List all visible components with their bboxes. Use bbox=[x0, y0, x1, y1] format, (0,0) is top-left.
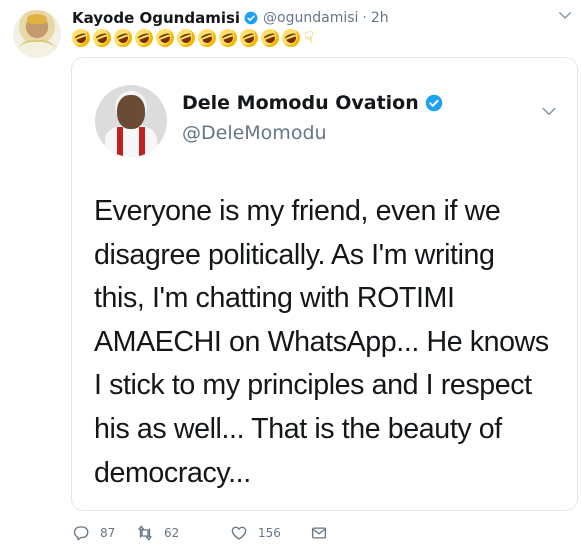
like-button[interactable]: 156 bbox=[230, 524, 310, 542]
chevron-down-icon[interactable] bbox=[556, 6, 574, 24]
laughing-emoji-icon bbox=[132, 26, 156, 50]
tweet: Kayode Ogundamisi @ogundamisi · 2h ☟ Del… bbox=[0, 0, 582, 554]
avatar-suspender bbox=[117, 127, 123, 157]
laughing-emoji-icon bbox=[174, 26, 198, 50]
like-count: 156 bbox=[258, 526, 281, 540]
avatar-suspender bbox=[139, 127, 145, 157]
direct-message-icon bbox=[310, 524, 328, 542]
reply-icon bbox=[72, 524, 90, 542]
verified-badge-icon bbox=[244, 11, 258, 25]
tweet-header: Kayode Ogundamisi @ogundamisi · 2h bbox=[72, 8, 389, 28]
laughing-emoji-icon bbox=[69, 26, 93, 50]
laughing-emoji-icon bbox=[237, 26, 261, 50]
reply-button[interactable]: 87 bbox=[72, 524, 136, 542]
verified-badge-icon bbox=[425, 94, 443, 112]
retweet-button[interactable]: 62 bbox=[136, 524, 230, 542]
avatar-shirt bbox=[105, 125, 157, 157]
quoted-author-handle[interactable]: @DeleMomodu bbox=[182, 122, 327, 144]
timestamp[interactable]: 2h bbox=[371, 10, 389, 26]
quoted-text-line: democracy... bbox=[94, 456, 251, 489]
quoted-text-line: AMAECHI on WhatsApp... He knows bbox=[94, 325, 549, 358]
pointing-down-emoji-icon: ☟ bbox=[304, 28, 314, 47]
laughing-emoji-icon bbox=[111, 26, 135, 50]
avatar-face bbox=[117, 95, 145, 129]
tweet-text: ☟ bbox=[69, 26, 314, 50]
laughing-emoji-icon bbox=[90, 26, 114, 50]
quoted-text-line: this, I'm chatting with ROTIMI bbox=[94, 282, 455, 315]
author-handle[interactable]: @ogundamisi bbox=[263, 10, 358, 26]
quoted-text-line: his as well... That is the beauty of bbox=[94, 412, 502, 445]
tweet-actions: 87 62 156 bbox=[72, 520, 328, 546]
laughing-emoji-icon bbox=[279, 26, 303, 50]
quoted-author-name-row: Dele Momodu Ovation bbox=[182, 92, 448, 114]
quoted-text-line: disagree politically. As I'm writing bbox=[94, 238, 495, 271]
laughing-emoji-icon bbox=[153, 26, 177, 50]
laughing-emoji-icon bbox=[258, 26, 282, 50]
author-avatar[interactable] bbox=[13, 10, 61, 58]
retweet-count: 62 bbox=[164, 526, 180, 540]
quoted-tweet[interactable]: Dele Momodu Ovation @DeleMomodu Everyone… bbox=[71, 57, 578, 511]
quoted-text-line: Everyone is my friend, even if we bbox=[94, 195, 501, 227]
laughing-emoji-icon bbox=[216, 26, 240, 50]
reply-count: 87 bbox=[100, 526, 116, 540]
like-icon bbox=[230, 524, 248, 542]
separator: · bbox=[362, 10, 367, 26]
retweet-icon bbox=[136, 524, 154, 542]
direct-message-button[interactable] bbox=[310, 524, 328, 542]
quoted-tweet-text: Everyone is my friend, even if we disagr… bbox=[94, 190, 564, 495]
author-name[interactable]: Kayode Ogundamisi bbox=[72, 9, 240, 27]
laughing-emoji-icon bbox=[195, 26, 219, 50]
chevron-down-icon[interactable] bbox=[539, 101, 559, 121]
quoted-author-name[interactable]: Dele Momodu Ovation bbox=[182, 92, 419, 114]
quoted-author-avatar[interactable] bbox=[95, 85, 167, 157]
quoted-text-line: I stick to my principles and I respect bbox=[94, 369, 532, 402]
